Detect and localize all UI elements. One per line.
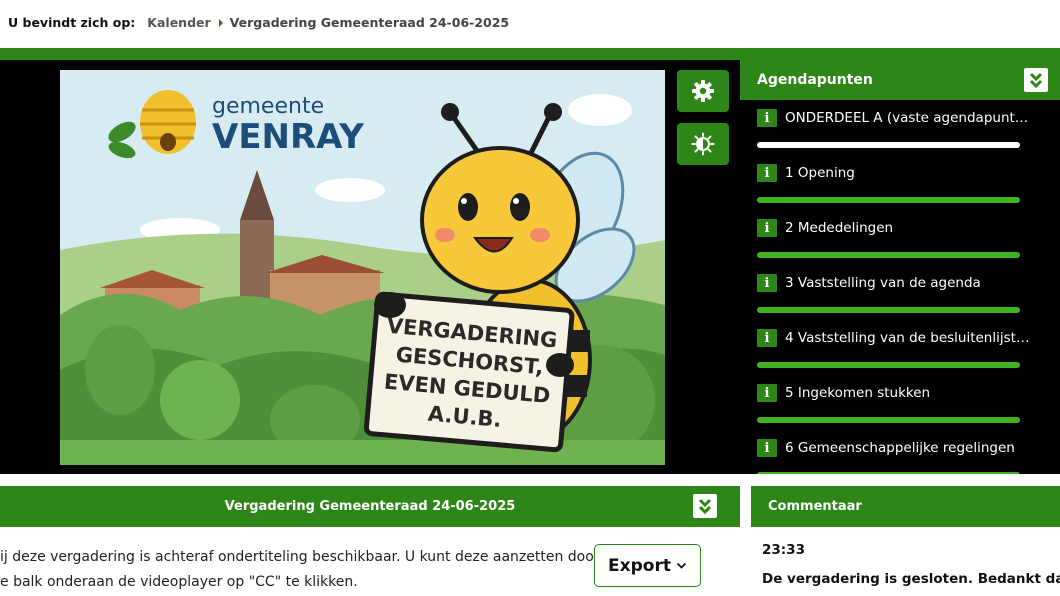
video-player: gemeente VENRAY VERGADERING GESCHORST, E… — [0, 60, 740, 474]
agenda-item-label: 3 Vaststelling van de agenda — [785, 275, 981, 291]
agenda-item[interactable]: i 3 Vaststelling van de agenda — [740, 271, 1060, 326]
chevron-down-icon — [676, 562, 687, 569]
double-chevron-down-icon — [698, 498, 712, 514]
contrast-icon — [691, 132, 715, 156]
agenda-item-row: i 4 Vaststelling van de besluitenlijsten — [757, 326, 1060, 348]
agenda-item-row: i 2 Mededelingen — [757, 216, 1060, 238]
agenda-item-row: i 1 Opening — [757, 161, 1060, 183]
agenda-item-progress-bar — [757, 307, 1020, 313]
info-icon[interactable]: i — [757, 329, 777, 347]
agenda-item[interactable]: i 4 Vaststelling van de besluitenlijsten — [740, 326, 1060, 381]
agenda-item[interactable]: i 6 Gemeenschappelijke regelingen — [740, 436, 1060, 474]
export-button[interactable]: Export — [594, 544, 701, 587]
info-icon[interactable]: i — [757, 274, 777, 292]
agenda-title: Agendapunten — [757, 72, 873, 88]
agenda-item-progress-bar — [757, 472, 1020, 474]
subtitle-info-line-1: ij deze vergadering is achteraf ondertit… — [0, 549, 600, 565]
agenda-item-progress-bar — [757, 252, 1020, 258]
agenda-item-progress-bar — [757, 197, 1020, 203]
page: U bevindt zich op: Kalender Vergadering … — [0, 0, 1060, 596]
breadcrumb: U bevindt zich op: Kalender Vergadering … — [8, 15, 509, 30]
agenda-item-row: i 3 Vaststelling van de agenda — [757, 271, 1060, 293]
agenda-item[interactable]: i 2 Mededelingen — [740, 216, 1060, 271]
meeting-collapse-button[interactable] — [693, 494, 717, 518]
agenda-item-progress-bar — [757, 142, 1020, 148]
info-icon[interactable]: i — [757, 439, 777, 457]
subtitle-info-text: ij deze vergadering is achteraf ondertit… — [0, 545, 600, 595]
agenda-list: i ONDERDEEL A (vaste agendapunten) i 1 Open… — [740, 106, 1060, 474]
comment-text: De vergadering is gesloten. Bedankt dat … — [762, 571, 1060, 587]
double-chevron-down-icon — [1029, 72, 1043, 88]
meeting-header: Vergadering Gemeenteraad 24-06-2025 — [0, 486, 740, 527]
breadcrumb-separator-icon — [218, 18, 223, 27]
agenda-item-row: i 5 Ingekomen stukken — [757, 381, 1060, 403]
export-label: Export — [608, 555, 671, 576]
theme-toggle-button[interactable] — [677, 123, 729, 165]
info-icon[interactable]: i — [757, 164, 777, 182]
agenda-item-row: i ONDERDEEL A (vaste agendapunten) — [757, 106, 1060, 128]
suspended-meeting-image: gemeente VENRAY VERGADERING GESCHORST, E… — [60, 70, 665, 465]
agenda-item-label: 5 Ingekomen stukken — [785, 385, 931, 401]
info-icon[interactable]: i — [757, 109, 777, 127]
brand-bottom-text: VENRAY — [212, 117, 364, 157]
meeting-title: Vergadering Gemeenteraad 24-06-2025 — [224, 499, 516, 514]
breadcrumb-lead: U bevindt zich op: — [8, 15, 136, 30]
agenda-item-row: i 6 Gemeenschappelijke regelingen — [757, 436, 1060, 458]
gear-icon — [692, 80, 714, 102]
subtitle-info-line-2: e balk onderaan de videoplayer op "CC" t… — [0, 574, 358, 590]
info-icon[interactable]: i — [757, 384, 777, 402]
agenda-item-label: 1 Opening — [785, 165, 855, 181]
video-frame[interactable]: gemeente VENRAY VERGADERING GESCHORST, E… — [60, 70, 665, 465]
agenda-item-label: ONDERDEEL A (vaste agendapunten) — [785, 110, 1030, 126]
comments-title: Commentaar — [768, 499, 862, 514]
comment-timestamp: 23:33 — [762, 542, 805, 558]
agenda-item[interactable]: i 1 Opening — [740, 161, 1060, 216]
breadcrumb-current: Vergadering Gemeenteraad 24-06-2025 — [229, 15, 510, 30]
agenda-item-label: 4 Vaststelling van de besluitenlijsten — [785, 330, 1030, 346]
breadcrumb-kalender-link[interactable]: Kalender — [147, 15, 210, 30]
agenda-collapse-button[interactable] — [1024, 68, 1048, 92]
header-divider — [0, 48, 1060, 60]
agenda-item[interactable]: i ONDERDEEL A (vaste agendapunten) — [740, 106, 1060, 161]
agenda-item-label: 6 Gemeenschappelijke regelingen — [785, 440, 1015, 456]
agenda-header: Agendapunten — [740, 60, 1060, 100]
agenda-item[interactable]: i 5 Ingekomen stukken — [740, 381, 1060, 436]
agenda-panel: Agendapunten i ONDERDEEL A (vaste agendap… — [740, 60, 1060, 474]
player-settings-button[interactable] — [677, 70, 729, 112]
agenda-item-progress-bar — [757, 362, 1020, 368]
agenda-item-label: 2 Mededelingen — [785, 220, 894, 236]
agenda-item-progress-bar — [757, 417, 1020, 423]
info-icon[interactable]: i — [757, 219, 777, 237]
comments-header: Commentaar — [751, 486, 1060, 527]
brand-top-text: gemeente — [212, 94, 324, 119]
